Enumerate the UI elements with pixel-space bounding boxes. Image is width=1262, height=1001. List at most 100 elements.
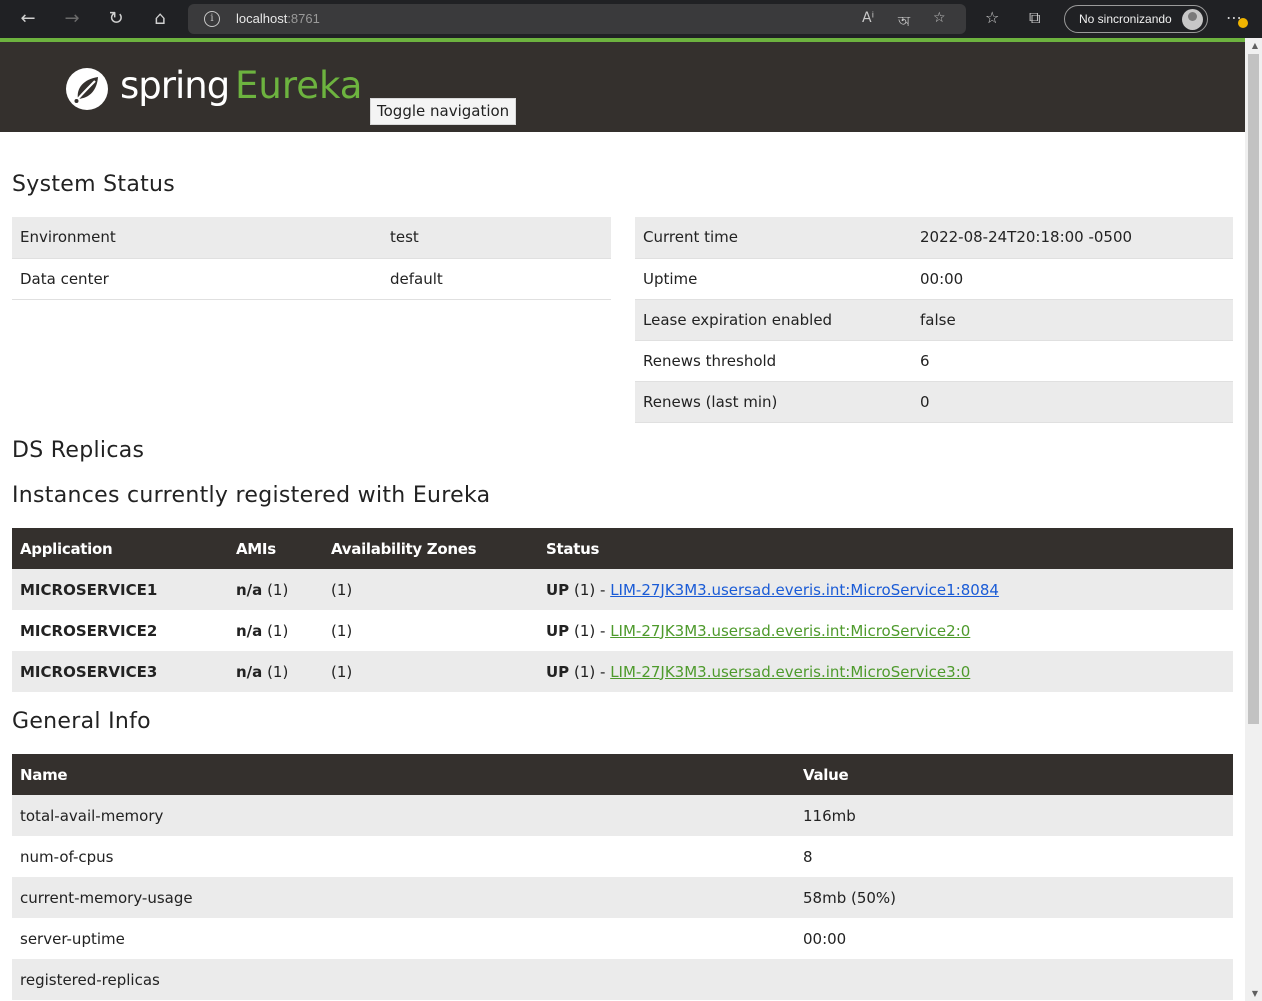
instance-row: MICROSERVICE2 n/a (1) (1) UP (1) - LIM-27JK… — [12, 610, 1233, 651]
instance-link[interactable]: LIM-27JK3M3.usersad.everis.int:MicroServ… — [610, 581, 999, 599]
product-name: Eureka — [235, 64, 363, 107]
address-bar[interactable]: i localhost:8761 Aⁱ অ ☆ — [188, 4, 966, 34]
status-value: UP — [546, 621, 570, 640]
home-icon[interactable]: ⌂ — [147, 7, 173, 31]
info-row: total-avail-memory 116mb — [12, 795, 1233, 836]
forward-arrow-icon[interactable]: → — [59, 7, 85, 31]
instance-row: MICROSERVICE1 n/a (1) (1) UP (1) - LIM-27JK… — [12, 569, 1233, 610]
status-value: default — [382, 258, 611, 300]
status-label: Environment — [12, 217, 382, 259]
translate-icon[interactable]: অ — [898, 10, 910, 34]
url-text[interactable]: localhost:8761 — [236, 11, 320, 26]
general-info-table: Name Value total-avail-memory 116mb num-of-… — [12, 754, 1233, 1000]
instances-table: Application AMIs Availability Zones Status … — [12, 528, 1233, 692]
refresh-icon[interactable]: ↻ — [103, 7, 129, 31]
ami-count: (1) — [267, 580, 289, 599]
general-info-header-row: Name Value — [12, 754, 1233, 795]
amis-cell: n/a (1) — [228, 569, 323, 610]
page-viewport: spring Eureka Toggle navigation System S… — [0, 38, 1262, 1001]
scroll-up-arrow-icon[interactable]: ▲ — [1252, 41, 1258, 50]
availability-zones: (1) — [323, 651, 538, 692]
ds-replicas-title: DS Replicas — [12, 438, 145, 463]
system-status-row: Environment test — [12, 217, 611, 259]
system-status-title: System Status — [12, 172, 176, 197]
system-status-row: Data center default — [12, 258, 611, 300]
ami-value: n/a — [236, 580, 263, 599]
spring-leaf-icon — [66, 68, 108, 110]
info-row: current-memory-usage 58mb (50%) — [12, 877, 1233, 918]
status-label: Renews (last min) — [635, 381, 912, 423]
info-name: registered-replicas — [12, 959, 795, 1000]
info-name: total-avail-memory — [12, 795, 795, 836]
status-value: 6 — [912, 340, 1233, 382]
info-icon[interactable]: i — [204, 11, 220, 27]
collections-icon[interactable]: ⧉ — [1029, 8, 1040, 28]
application-name: MICROSERVICE3 — [12, 651, 228, 692]
status-label: Data center — [12, 258, 382, 300]
info-value: 8 — [803, 847, 813, 866]
status-label: Lease expiration enabled — [635, 299, 912, 341]
column-header: Name — [12, 754, 795, 795]
ami-count: (1) — [267, 662, 289, 681]
profile-label: No sincronizando — [1079, 12, 1172, 26]
status-label: Current time — [635, 217, 912, 259]
page-header: spring Eureka Toggle navigation — [0, 38, 1245, 132]
scroll-down-arrow-icon[interactable]: ▼ — [1252, 989, 1258, 998]
info-name: num-of-cpus — [20, 847, 114, 866]
status-label: Uptime — [635, 258, 912, 300]
instances-header-row: Application AMIs Availability Zones Status — [12, 528, 1233, 569]
brand-name: spring — [120, 64, 230, 107]
status-cell: UP (1) - LIM-27JK3M3.usersad.everis.int:… — [538, 569, 1233, 610]
status-value: 0 — [912, 381, 1233, 423]
scroll-thumb[interactable] — [1248, 54, 1259, 724]
system-status-row: Renews (last min) 0 — [635, 381, 1233, 423]
availability-zones: (1) — [323, 569, 538, 610]
ami-value: n/a — [236, 621, 263, 640]
system-status-left-table: Environment test Data center default — [12, 217, 611, 300]
read-aloud-icon[interactable]: Aⁱ — [862, 10, 874, 26]
status-label: Renews threshold — [635, 340, 912, 382]
instance-link[interactable]: LIM-27JK3M3.usersad.everis.int:MicroServ… — [610, 622, 970, 640]
application-name: MICROSERVICE1 — [12, 569, 228, 610]
system-status-row: Renews threshold 6 — [635, 340, 1233, 382]
amis-cell: n/a (1) — [228, 651, 323, 692]
instance-row: MICROSERVICE3 n/a (1) (1) UP (1) - LIM-27JK… — [12, 651, 1233, 692]
status-value: UP — [546, 580, 570, 599]
info-value — [795, 959, 1233, 1000]
toggle-navigation-button[interactable]: Toggle navigation — [370, 98, 517, 125]
instance-link[interactable]: LIM-27JK3M3.usersad.everis.int:MicroServ… — [610, 663, 970, 681]
status-count: (1) - — [573, 621, 606, 640]
info-name: current-memory-usage — [12, 877, 795, 918]
back-arrow-icon[interactable]: ← — [15, 7, 41, 31]
instances-title: Instances currently registered with Eure… — [12, 483, 491, 508]
info-name: server-uptime — [20, 929, 125, 948]
browser-toolbar: ← → ↻ ⌂ i localhost:8761 Aⁱ অ ☆ ☆ ⧉ No s… — [0, 0, 1262, 38]
status-count: (1) - — [573, 580, 606, 599]
info-value: 00:00 — [803, 929, 847, 948]
column-header: Application — [12, 528, 228, 569]
system-status-row: Current time 2022-08-24T20:18:00 -0500 — [635, 217, 1233, 259]
column-header: AMIs — [228, 528, 323, 569]
availability-zones: (1) — [331, 621, 353, 640]
system-status-row: Lease expiration enabled false — [635, 299, 1233, 341]
ami-count: (1) — [267, 621, 289, 640]
add-favorite-icon[interactable]: ☆ — [933, 10, 946, 26]
application-name: MICROSERVICE2 — [20, 621, 158, 640]
status-value: UP — [546, 662, 570, 681]
column-header: Status — [538, 528, 1233, 569]
status-count: (1) - — [573, 662, 606, 681]
status-cell: UP (1) - LIM-27JK3M3.usersad.everis.int:… — [538, 610, 1233, 651]
system-status-row: Uptime 00:00 — [635, 258, 1233, 300]
general-info-title: General Info — [12, 709, 151, 734]
vertical-scrollbar[interactable]: ▲ ▼ — [1245, 38, 1262, 1001]
column-header: Value — [795, 754, 1233, 795]
profile-button[interactable]: No sincronizando — [1064, 5, 1208, 33]
status-value: 2022-08-24T20:18:00 -0500 — [912, 217, 1233, 259]
column-header: Availability Zones — [323, 528, 538, 569]
amis-cell: n/a (1) — [228, 610, 323, 651]
warning-badge-icon — [1238, 18, 1248, 28]
favorites-icon[interactable]: ☆ — [985, 8, 999, 27]
info-row: registered-replicas — [12, 959, 1233, 1000]
system-status-right-table: Current time 2022-08-24T20:18:00 -0500 Upt… — [635, 217, 1233, 423]
avatar-icon — [1182, 9, 1203, 30]
